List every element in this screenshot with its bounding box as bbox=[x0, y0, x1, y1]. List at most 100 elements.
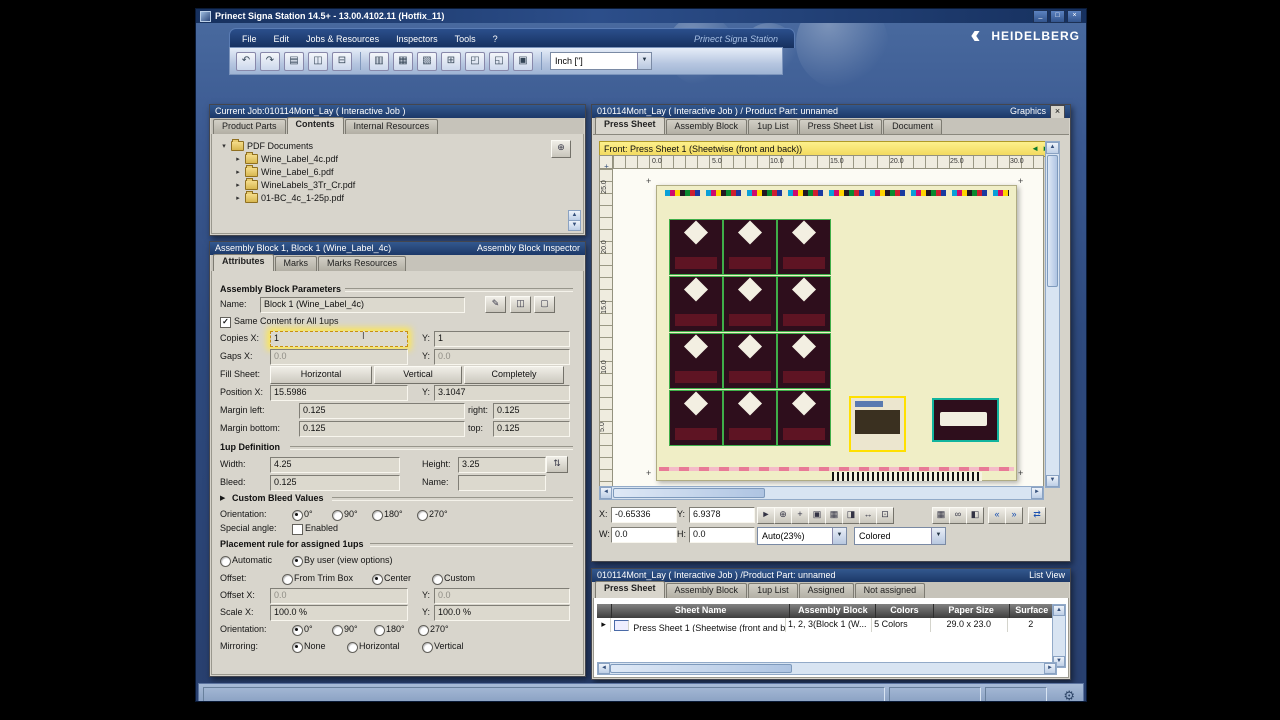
swap-dimensions-icon[interactable]: ⇅ bbox=[546, 456, 568, 473]
wine-label-1up[interactable] bbox=[777, 276, 831, 332]
orientation-0-radio[interactable] bbox=[292, 510, 303, 521]
table-header-sheet-name[interactable]: Sheet Name bbox=[612, 604, 791, 618]
press-sheet[interactable] bbox=[656, 185, 1017, 481]
wine-label-1up[interactable] bbox=[723, 333, 777, 389]
wine-label-1up[interactable] bbox=[777, 390, 831, 446]
fit-view-icon[interactable]: ▣ bbox=[808, 507, 826, 524]
scroll-right-button[interactable]: ► bbox=[1044, 663, 1056, 674]
tab-attributes[interactable]: Attributes bbox=[213, 254, 274, 271]
tree-item-pdf[interactable]: ▸ WineLabels_3Tr_Cr.pdf bbox=[220, 177, 583, 191]
menu-file[interactable]: File bbox=[242, 34, 257, 44]
position-y-field[interactable]: 3.1047 bbox=[434, 385, 570, 401]
mirroring-vertical-radio[interactable] bbox=[422, 642, 433, 653]
section-custom-bleed[interactable]: Custom Bleed Values bbox=[232, 493, 324, 503]
menu-inspectors[interactable]: Inspectors bbox=[396, 34, 438, 44]
tab-list-not-assigned[interactable]: Not assigned bbox=[854, 583, 926, 598]
minimize-button[interactable]: _ bbox=[1033, 9, 1048, 23]
offset-center-radio[interactable] bbox=[372, 574, 383, 585]
tree-item-pdf[interactable]: ▸ Wine_Label_6.pdf bbox=[220, 164, 583, 178]
zoom-tool-icon[interactable]: ⊕ bbox=[774, 507, 792, 524]
gaps-y-field[interactable]: 0.0 bbox=[434, 349, 570, 365]
fill-horizontal-button[interactable]: Horizontal bbox=[270, 366, 372, 384]
tree-closed-icon[interactable]: ▸ bbox=[234, 194, 242, 202]
scrollbar-thumb[interactable] bbox=[610, 664, 792, 673]
scroll-down-button[interactable]: ▼ bbox=[568, 220, 581, 231]
tab-marks-resources[interactable]: Marks Resources bbox=[318, 256, 407, 271]
oneup-view-icon[interactable]: ⊞ bbox=[441, 51, 461, 71]
scroll-left-button[interactable]: ◄ bbox=[600, 487, 612, 499]
oneup-name-field[interactable] bbox=[458, 475, 546, 491]
tab-assembly-block[interactable]: Assembly Block bbox=[665, 119, 748, 134]
first-sheet-icon[interactable]: « bbox=[988, 507, 1006, 524]
grid-icon[interactable]: ▦ bbox=[825, 507, 843, 524]
scrollbar-thumb[interactable] bbox=[1047, 155, 1058, 287]
placement-by-user-radio[interactable] bbox=[292, 556, 303, 567]
menu-edit[interactable]: Edit bbox=[274, 34, 290, 44]
scrollbar-thumb[interactable] bbox=[613, 488, 765, 498]
table-header-paper-size[interactable]: Paper Size bbox=[934, 604, 1010, 618]
height-field[interactable]: 3.25 bbox=[458, 457, 546, 473]
margin-left-field[interactable]: 0.125 bbox=[299, 403, 465, 419]
offset-custom-radio[interactable] bbox=[432, 574, 443, 585]
tab-list-press-sheet[interactable]: Press Sheet bbox=[595, 581, 665, 598]
bleed-field[interactable]: 0.125 bbox=[270, 475, 400, 491]
tab-marks[interactable]: Marks bbox=[274, 256, 317, 271]
selected-label-teal[interactable] bbox=[932, 398, 999, 442]
table-header-colors[interactable]: Colors bbox=[876, 604, 934, 618]
placement-orientation-90-radio[interactable] bbox=[332, 625, 343, 636]
margin-top-field[interactable]: 0.125 bbox=[493, 421, 570, 437]
wine-label-1up[interactable] bbox=[723, 276, 777, 332]
offset-x-field[interactable]: 0.0 bbox=[270, 588, 408, 604]
spread-view-icon[interactable]: ◧ bbox=[966, 507, 984, 524]
placement-orientation-180-radio[interactable] bbox=[374, 625, 385, 636]
tab-document[interactable]: Document bbox=[883, 119, 943, 134]
table-row[interactable]: ▸ Press Sheet 1 (Sheetwise (front and ba… bbox=[597, 618, 1056, 632]
pan-tool-icon[interactable]: + bbox=[791, 507, 809, 524]
thumbnail-view-icon[interactable]: ▦ bbox=[932, 507, 950, 524]
w-field[interactable]: 0.0 bbox=[611, 527, 677, 543]
tree-closed-icon[interactable]: ▸ bbox=[234, 181, 242, 189]
output-view-icon[interactable]: ▣ bbox=[513, 51, 533, 71]
copies-y-field[interactable]: 1 bbox=[434, 331, 570, 347]
vertical-scrollbar[interactable]: ▲ ▼ bbox=[1045, 141, 1060, 488]
orientation-180-radio[interactable] bbox=[372, 510, 383, 521]
y-coord-field[interactable]: 6.9378 bbox=[689, 507, 755, 523]
menu-help[interactable]: ? bbox=[493, 34, 498, 44]
graphics-close-icon[interactable]: × bbox=[1050, 104, 1065, 119]
pointer-tool-icon[interactable]: ► bbox=[757, 507, 775, 524]
placement-orientation-270-radio[interactable] bbox=[418, 625, 429, 636]
add-document-button[interactable]: ⊕ bbox=[551, 140, 571, 158]
scroll-down-button[interactable]: ▼ bbox=[1046, 475, 1059, 487]
scale-x-field[interactable]: 100.0 % bbox=[270, 605, 408, 621]
close-button[interactable]: × bbox=[1067, 9, 1082, 23]
margin-right-field[interactable]: 0.125 bbox=[493, 403, 570, 419]
select-all-icon[interactable]: ⊡ bbox=[876, 507, 894, 524]
mirroring-horizontal-radio[interactable] bbox=[347, 642, 358, 653]
same-content-checkbox[interactable]: ✓ bbox=[220, 317, 231, 328]
table-header-surface[interactable]: Surface bbox=[1010, 604, 1055, 618]
undo-icon[interactable]: ↶ bbox=[236, 51, 256, 71]
horizontal-scrollbar[interactable]: ◄ ► bbox=[599, 486, 1044, 500]
row-expander-icon[interactable]: ▸ bbox=[597, 618, 612, 632]
tab-press-sheet-list[interactable]: Press Sheet List bbox=[798, 119, 883, 134]
orientation-270-radio[interactable] bbox=[417, 510, 428, 521]
selected-label-yellow[interactable] bbox=[849, 396, 906, 452]
tab-contents[interactable]: Contents bbox=[286, 117, 344, 134]
tab-list-1up-list[interactable]: 1up List bbox=[748, 583, 798, 598]
placement-orientation-0-radio[interactable] bbox=[292, 625, 303, 636]
tree-open-icon[interactable]: ▾ bbox=[220, 142, 228, 150]
x-coord-field[interactable]: -0.65336 bbox=[611, 507, 677, 523]
redo-icon[interactable]: ↷ bbox=[260, 51, 280, 71]
offset-y-field[interactable]: 0.0 bbox=[434, 588, 570, 604]
wine-label-1up[interactable] bbox=[669, 333, 723, 389]
menu-tools[interactable]: Tools bbox=[455, 34, 476, 44]
h-field[interactable]: 0.0 bbox=[689, 527, 755, 543]
fill-completely-button[interactable]: Completely bbox=[464, 366, 564, 384]
sync-view-icon[interactable]: ⇄ bbox=[1028, 507, 1046, 524]
tree-root-pdf-documents[interactable]: ▾ PDF Documents bbox=[220, 138, 583, 152]
fill-vertical-button[interactable]: Vertical bbox=[374, 366, 462, 384]
list-horizontal-scrollbar[interactable]: ◄ ► bbox=[597, 662, 1057, 675]
tab-list-assigned[interactable]: Assigned bbox=[798, 583, 854, 598]
orientation-90-radio[interactable] bbox=[332, 510, 343, 521]
scroll-up-button[interactable]: ▲ bbox=[1046, 142, 1059, 154]
